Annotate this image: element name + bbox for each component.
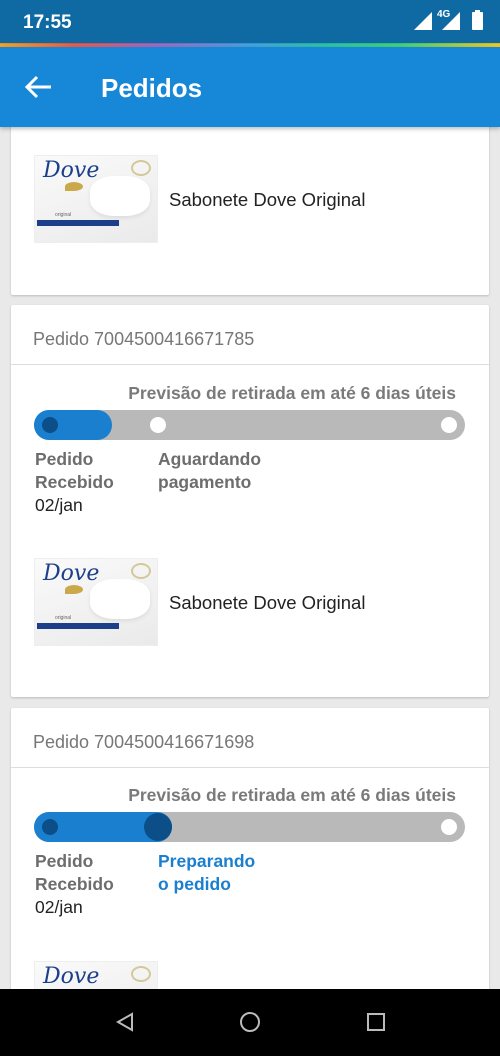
progress-track <box>34 812 465 842</box>
step-payment-label: Aguardando pagamento <box>158 449 262 492</box>
status-time: 17:55 <box>23 12 72 33</box>
order-card[interactable]: Dove original Sabonete Dove Original <box>11 127 489 295</box>
recents-square-icon[interactable] <box>365 1011 387 1033</box>
back-triangle-icon[interactable] <box>114 1011 136 1033</box>
orders-list[interactable]: Dove original Sabonete Dove Original Ped… <box>0 127 500 989</box>
soap-bar-icon <box>90 176 150 216</box>
product-variant: original <box>55 615 72 621</box>
order-card[interactable]: Pedido 7004500416671698 Previsão de reti… <box>11 708 489 989</box>
signal-4g-icon <box>442 12 460 30</box>
product-name[interactable]: Sabonete Dove Original <box>169 189 365 211</box>
step-dot-final <box>441 819 457 835</box>
order-number[interactable]: Pedido 7004500416671698 <box>11 708 489 768</box>
label-stripe <box>37 623 119 629</box>
product-image[interactable]: Dove <box>34 961 158 989</box>
step-received-label: Pedido Recebido <box>35 449 114 492</box>
order-number-label: Pedido 7004500416671785 <box>33 329 255 349</box>
back-arrow-icon[interactable] <box>24 73 54 101</box>
order-card[interactable]: Pedido 7004500416671785 Previsão de reti… <box>11 305 489 697</box>
progress-track <box>34 410 465 440</box>
step-dot-payment <box>150 417 166 433</box>
pickup-forecast: Previsão de retirada em até 6 dias úteis <box>128 785 456 805</box>
page-title: Pedidos <box>101 73 203 103</box>
app-bar: Pedidos <box>0 47 500 127</box>
seal-icon <box>131 160 151 176</box>
seal-icon <box>131 966 151 982</box>
home-circle-icon[interactable] <box>239 1011 261 1033</box>
step-received-label: Pedido Recebido <box>35 851 114 894</box>
status-bar: 17:55 4G <box>0 0 500 44</box>
system-nav-bar <box>0 989 500 1056</box>
step-preparing-label: Preparando o pedido <box>158 851 256 894</box>
product-name[interactable]: Sabonete Dove Original <box>169 592 365 614</box>
step-received-date: 02/jan <box>35 897 83 917</box>
seal-icon <box>131 563 151 579</box>
dove-logo-icon <box>65 585 83 594</box>
pickup-forecast: Previsão de retirada em até 6 dias úteis <box>128 383 456 403</box>
step-dot-received <box>42 417 58 433</box>
step-dot-final <box>441 417 457 433</box>
step-dot-preparing <box>144 813 172 841</box>
label-stripe <box>37 220 119 226</box>
product-variant: original <box>55 212 72 218</box>
product-brand: Dove <box>43 158 100 183</box>
order-number-label: Pedido 7004500416671698 <box>33 732 255 752</box>
battery-icon <box>472 10 483 30</box>
product-image[interactable]: Dove original <box>34 558 158 646</box>
product-brand: Dove <box>43 561 100 586</box>
order-number[interactable]: Pedido 7004500416671785 <box>11 305 489 365</box>
product-brand: Dove <box>43 964 100 989</box>
soap-bar-icon <box>90 579 150 619</box>
dove-logo-icon <box>65 182 83 191</box>
signal-icon <box>414 12 432 30</box>
product-image[interactable]: Dove original <box>34 155 158 243</box>
step-received-date: 02/jan <box>35 495 83 515</box>
step-dot-received <box>42 819 58 835</box>
